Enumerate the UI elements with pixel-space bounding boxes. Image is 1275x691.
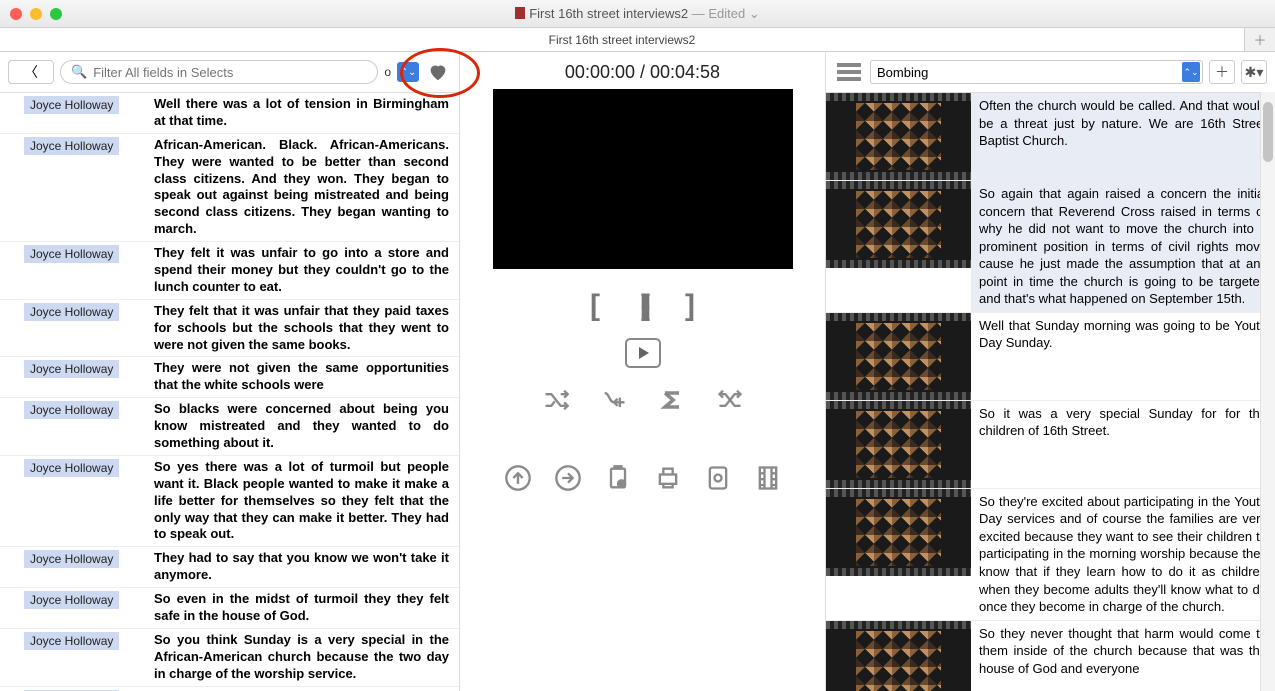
clip-text: So it was a very special Sunday for for … xyxy=(971,401,1275,488)
transcript-row[interactable]: Joyce HollowayThat means that they're in… xyxy=(0,687,459,691)
speaker-cell: Joyce Holloway xyxy=(0,300,150,357)
transcript-text: They had to say that you know we won't t… xyxy=(150,547,459,587)
play-button[interactable] xyxy=(625,338,661,368)
speaker-chip: Joyce Holloway xyxy=(24,459,119,477)
clip-text: So they never thought that harm would co… xyxy=(971,621,1275,691)
clip-row[interactable]: Well that Sunday morning was going to be… xyxy=(826,313,1275,401)
transcript-text: So blacks were concerned about being you… xyxy=(150,398,459,455)
clip-thumbnail[interactable] xyxy=(826,621,971,691)
chevron-updown-icon: ⌃⌄ xyxy=(1182,62,1200,82)
speaker-chip: Joyce Holloway xyxy=(24,245,119,263)
mark-in-icon[interactable]: [ xyxy=(590,289,600,323)
add-marker-icon[interactable] xyxy=(600,386,628,414)
speaker-chip: Joyce Holloway xyxy=(24,591,119,609)
clip-row[interactable]: So they're excited about participating i… xyxy=(826,489,1275,621)
transcript-row[interactable]: Joyce Holloway So blacks were concerned a… xyxy=(0,398,459,456)
window-minimize[interactable] xyxy=(30,8,42,20)
transcript-text: That means that they're in charge of sin… xyxy=(150,687,459,691)
filter-field[interactable] xyxy=(93,65,367,80)
transcript-row[interactable]: Joyce Holloway They had to say that you k… xyxy=(0,547,459,588)
speaker-cell: Joyce Holloway xyxy=(0,588,150,628)
media-icon[interactable] xyxy=(704,464,732,492)
speaker-chip: Joyce Holloway xyxy=(24,550,119,568)
clip-thumbnail[interactable] xyxy=(826,93,971,180)
speaker-chip: Joyce Holloway xyxy=(24,401,119,419)
clip-text: Often the church would be called. And th… xyxy=(971,93,1275,180)
gear-icon: ✱ xyxy=(1245,64,1257,81)
speaker-cell: Joyce Holloway xyxy=(0,398,150,455)
speaker-chip: Joyce Holloway xyxy=(24,137,119,155)
document-icon xyxy=(515,7,525,19)
transcript-text: So even in the midst of turmoil they the… xyxy=(150,588,459,628)
speaker-cell: Joyce Holloway xyxy=(0,242,150,299)
transcript-row[interactable]: Joyce Holloway Well there was a lot of te… xyxy=(0,93,459,134)
clip-row[interactable]: Often the church would be called. And th… xyxy=(826,93,1275,181)
window-title: First 16th street interviews2 — Edited ⌄ xyxy=(0,6,1275,22)
speaker-cell: Joyce Holloway xyxy=(0,134,150,241)
clip-row[interactable]: So they never thought that harm would co… xyxy=(826,621,1275,691)
clip-thumbnail[interactable] xyxy=(826,401,971,488)
speaker-chip: Joyce Holloway xyxy=(24,303,119,321)
window-zoom[interactable] xyxy=(50,8,62,20)
transcript-text: Well there was a lot of tension in Birmi… xyxy=(150,93,459,133)
film-icon[interactable] xyxy=(754,464,782,492)
video-viewer[interactable] xyxy=(493,89,793,269)
clip-thumbnail[interactable] xyxy=(826,489,971,576)
timecode-display: 00:00:00 / 00:04:58 xyxy=(565,62,720,83)
print-icon[interactable] xyxy=(654,464,682,492)
favorite-icon[interactable] xyxy=(425,61,451,83)
mark-clip-icon[interactable]: [ - ] xyxy=(640,289,645,323)
list-view-toggle[interactable] xyxy=(834,57,864,87)
window-close[interactable] xyxy=(10,8,22,20)
add-button[interactable]: ＋ xyxy=(1209,60,1235,84)
transcript-text: They felt that it was unfair that they p… xyxy=(150,300,459,357)
scrollbar-thumb[interactable] xyxy=(1263,102,1273,162)
clip-thumbnail[interactable] xyxy=(826,181,971,268)
settings-button[interactable]: ✱▾ xyxy=(1241,60,1267,84)
converge-icon[interactable] xyxy=(716,386,744,414)
speaker-cell: Joyce Holloway xyxy=(0,629,150,686)
transcript-row[interactable]: Joyce Holloway They felt that it was unfa… xyxy=(0,300,459,358)
new-tab-button[interactable]: ＋ xyxy=(1245,28,1275,51)
transcript-row[interactable]: Joyce Holloway African-American. Black. A… xyxy=(0,134,459,242)
shuffle-icon[interactable] xyxy=(542,386,570,414)
search-icon: 🔍 xyxy=(71,64,87,80)
transcript-row[interactable]: Joyce Holloway So yes there was a lot of … xyxy=(0,456,459,547)
transcript-row[interactable]: Joyce Holloway They were not given the sa… xyxy=(0,357,459,398)
speaker-chip: Joyce Holloway xyxy=(24,360,119,378)
upload-icon[interactable] xyxy=(504,464,532,492)
category-combo[interactable]: Bombing ⌃⌄ xyxy=(870,60,1203,84)
transcript-row[interactable]: Joyce Holloway They felt it was unfair to… xyxy=(0,242,459,300)
mark-out-icon[interactable]: ] xyxy=(685,289,695,323)
speaker-cell: Joyce Holloway xyxy=(0,456,150,546)
transcript-text: They were not given the same opportuniti… xyxy=(150,357,459,397)
speaker-cell: Joyce Holloway xyxy=(0,357,150,397)
transcript-text: So yes there was a lot of turmoil but pe… xyxy=(150,456,459,546)
clip-row[interactable]: So it was a very special Sunday for for … xyxy=(826,401,1275,489)
transcript-row[interactable]: Joyce Holloway So even in the midst of tu… xyxy=(0,588,459,629)
sum-icon[interactable] xyxy=(658,386,686,414)
filter-input[interactable]: 🔍 xyxy=(60,60,378,84)
document-tab[interactable]: First 16th street interviews2 xyxy=(0,28,1245,51)
transcript-row[interactable]: Joyce Holloway So you think Sunday is a v… xyxy=(0,629,459,687)
scrollbar[interactable] xyxy=(1260,92,1275,691)
clip-text: So they're excited about participating i… xyxy=(971,489,1275,620)
speaker-chip: Joyce Holloway xyxy=(24,632,119,650)
clip-thumbnail[interactable] xyxy=(826,313,971,400)
transcript-text: African-American. Black. African-America… xyxy=(150,134,459,241)
clip-text: Well that Sunday morning was going to be… xyxy=(971,313,1275,400)
speaker-cell: Joyce Holloway xyxy=(0,547,150,587)
clipboard-icon[interactable] xyxy=(604,464,632,492)
speaker-cell: Joyce Holloway xyxy=(0,93,150,133)
clip-text: So again that again raised a concern the… xyxy=(971,181,1275,312)
transcript-text: So you think Sunday is a very special in… xyxy=(150,629,459,686)
back-button[interactable]: 〈 xyxy=(8,60,54,84)
export-icon[interactable] xyxy=(554,464,582,492)
speaker-chip: Joyce Holloway xyxy=(24,96,119,114)
speaker-cell: Joyce Holloway xyxy=(0,687,150,691)
clip-row[interactable]: So again that again raised a concern the… xyxy=(826,181,1275,313)
filter-dropdown[interactable]: ⌃⌄ xyxy=(397,62,419,82)
transcript-text: They felt it was unfair to go into a sto… xyxy=(150,242,459,299)
options-label: o xyxy=(384,65,391,79)
